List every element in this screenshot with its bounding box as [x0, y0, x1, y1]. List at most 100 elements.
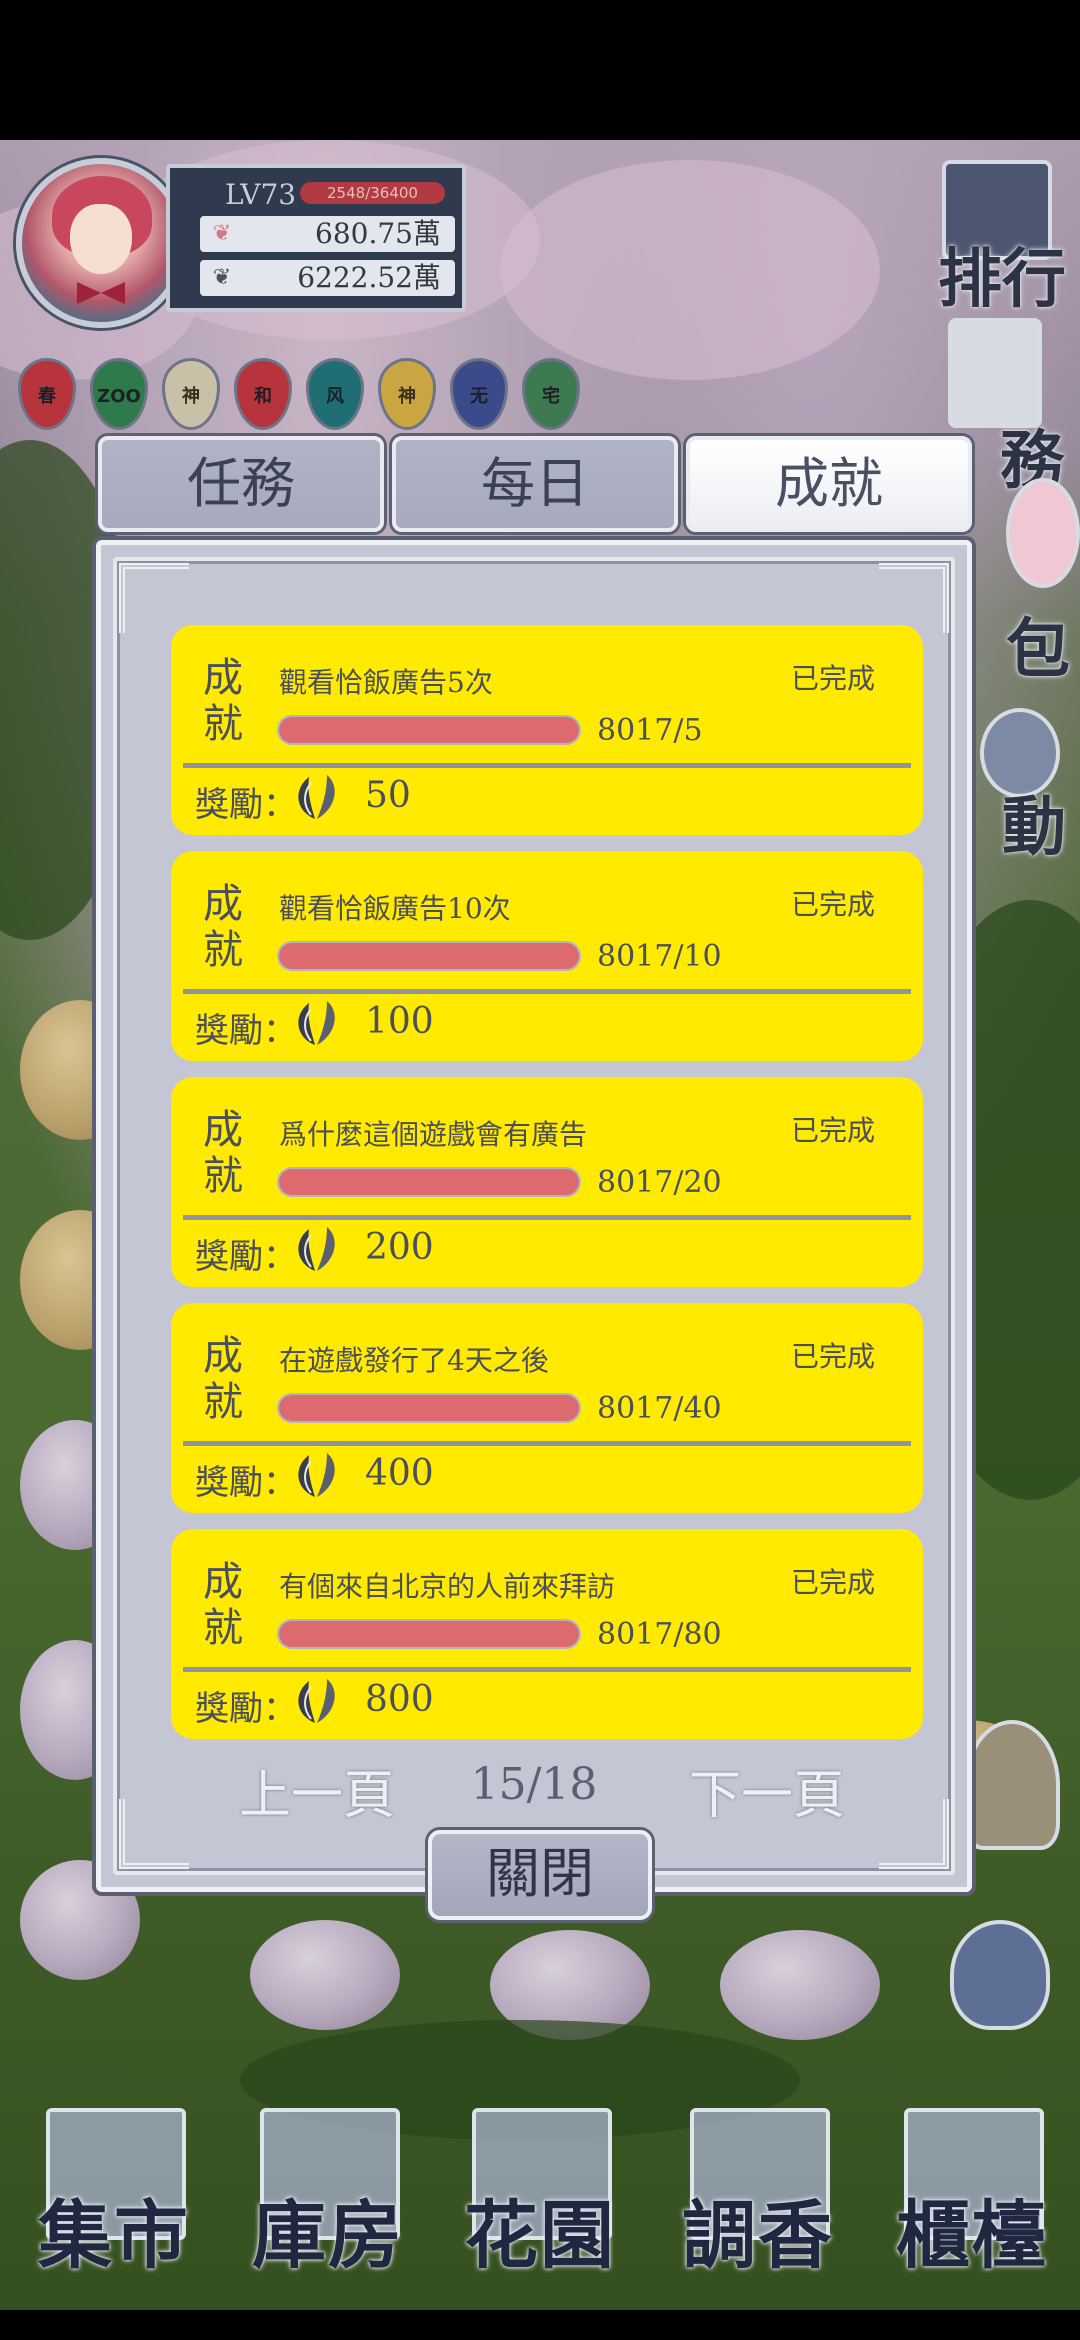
reward-value: 800	[365, 1679, 434, 1720]
nav-market[interactable]: 集市	[34, 2104, 194, 2279]
event-button[interactable]: 動	[1002, 776, 1066, 868]
exp-bar: 2548/36400	[300, 182, 445, 204]
currency-pink-row: ❦ 680.75萬	[200, 216, 455, 252]
progress-text: 8017/20	[597, 1165, 722, 1200]
nav-counter[interactable]: 櫃檯	[892, 2104, 1052, 2279]
progress-text: 8017/80	[597, 1617, 722, 1652]
tab-task[interactable]: 任務	[98, 436, 384, 532]
currency-pink-value: 680.75萬	[315, 217, 441, 250]
progress-fill	[279, 1169, 579, 1195]
achievement-card[interactable]: 成 就 爲什麼這個遊戲會有廣告 已完成 8017/20 獎勵： 200	[171, 1077, 923, 1287]
currency-gray-value: 6222.52萬	[297, 261, 441, 294]
achievement-card[interactable]: 成 就 在遊戲發行了4天之後 已完成 8017/40 獎勵： 400	[171, 1303, 923, 1513]
achievement-title: 觀看恰飯廣告10次	[279, 892, 511, 925]
achievement-tag: 成 就	[203, 1559, 243, 1651]
badge-4[interactable]: 风	[306, 358, 364, 430]
achievement-status: 已完成	[790, 1566, 875, 1599]
achievement-status: 已完成	[790, 1114, 875, 1147]
shovel-icon[interactable]	[964, 1720, 1060, 1850]
next-page-button[interactable]: 下一頁	[689, 1753, 845, 1828]
badge-7[interactable]: 宅	[522, 358, 580, 430]
progress-text: 8017/5	[597, 713, 703, 748]
player-level: LV73	[225, 178, 297, 211]
tab-achievement[interactable]: 成就	[686, 436, 972, 532]
achievement-title: 爲什麼這個遊戲會有廣告	[279, 1118, 588, 1151]
achievement-card[interactable]: 成 就 觀看恰飯廣告5次 已完成 8017/5 獎勵： 50	[171, 625, 923, 835]
progress-bar	[279, 943, 579, 969]
card-divider	[183, 1215, 911, 1220]
reward-value: 200	[365, 1227, 434, 1268]
nav-garden[interactable]: 花園	[460, 2104, 620, 2279]
achievement-status: 已完成	[790, 662, 875, 695]
badge-3[interactable]: 和	[234, 358, 292, 430]
achievement-status: 已完成	[790, 888, 875, 921]
achievement-tag: 成 就	[203, 1107, 243, 1199]
reward-value: 50	[365, 775, 411, 816]
petal-gray-icon: ❦	[212, 265, 232, 290]
reward-label: 獎勵：	[195, 1689, 297, 1729]
achievement-status: 已完成	[790, 1340, 875, 1373]
nav-warehouse[interactable]: 庫房	[248, 2104, 408, 2279]
achievement-tag: 成 就	[203, 655, 243, 747]
nav-perfume[interactable]: 調香	[678, 2104, 838, 2279]
frame-corner-tr	[879, 563, 949, 633]
petal-icon	[289, 997, 345, 1049]
reward-value: 400	[365, 1453, 434, 1494]
progress-bar	[279, 1395, 579, 1421]
progress-fill	[279, 943, 579, 969]
progress-fill	[279, 1395, 579, 1421]
avatar-bow	[77, 282, 125, 304]
petal-icon	[289, 1223, 345, 1275]
petal-pink-icon: ❦	[212, 221, 232, 246]
frame-corner-tl	[119, 563, 189, 633]
close-button[interactable]: 關閉	[428, 1830, 652, 1920]
ranking-button[interactable]: 排行	[938, 228, 1066, 320]
progress-text: 8017/40	[597, 1391, 722, 1426]
card-divider	[183, 1441, 911, 1446]
reward-label: 獎勵：	[195, 785, 297, 825]
petal-icon	[289, 1449, 345, 1501]
progress-text: 8017/10	[597, 939, 722, 974]
nav-label: 庫房	[252, 2193, 404, 2279]
progress-fill	[279, 717, 579, 743]
avatar-face	[70, 204, 132, 274]
seed-bag-icon[interactable]	[950, 1920, 1050, 2030]
nav-label: 櫃檯	[896, 2193, 1048, 2279]
nav-label: 集市	[38, 2193, 190, 2279]
achievement-tag: 成 就	[203, 881, 243, 973]
card-divider	[183, 989, 911, 994]
badge-5[interactable]: 神	[378, 358, 436, 430]
nav-label: 花園	[464, 2193, 616, 2279]
badge-0[interactable]: 春	[18, 358, 76, 430]
badge-6[interactable]: 无	[450, 358, 508, 430]
achievement-tag: 成 就	[203, 1333, 243, 1425]
card-divider	[183, 763, 911, 768]
bag-art	[1006, 478, 1080, 588]
achievement-title: 有個來自北京的人前來拜訪	[279, 1570, 616, 1603]
reward-value: 100	[365, 1001, 434, 1042]
reward-label: 獎勵：	[195, 1237, 297, 1277]
card-divider	[183, 1667, 911, 1672]
achievement-title: 在遊戲發行了4天之後	[279, 1344, 549, 1377]
player-stats: LV73 2548/36400 ❦ 680.75萬 ❦ 6222.52萬	[166, 164, 466, 312]
progress-bar	[279, 1169, 579, 1195]
player-panel[interactable]: LV73 2548/36400 ❦ 680.75萬 ❦ 6222.52萬	[16, 150, 472, 328]
achievement-panel: 成 就觀看恰飯廣告5次 已完成 8017/5 獎勵： 50 成 就觀看恰飯廣告10次 已完成…	[96, 540, 972, 1892]
player-avatar[interactable]	[16, 158, 186, 328]
badge-1[interactable]: ZOO	[90, 358, 148, 430]
progress-bar	[279, 1621, 579, 1647]
achievement-title: 觀看恰飯廣告5次	[279, 666, 493, 699]
petal-icon	[289, 771, 345, 823]
nav-label: 調香	[682, 2193, 834, 2279]
badge-2[interactable]: 神	[162, 358, 220, 430]
tab-daily[interactable]: 每日	[392, 436, 678, 532]
achievement-card[interactable]: 成 就 觀看恰飯廣告10次 已完成 8017/10 獎勵： 100	[171, 851, 923, 1061]
achievement-card[interactable]: 成 就 有個來自北京的人前來拜訪 已完成 8017/80 獎勵： 800	[171, 1529, 923, 1739]
progress-fill	[279, 1621, 579, 1647]
bag-button[interactable]: 包	[1006, 598, 1070, 690]
progress-bar	[279, 717, 579, 743]
currency-gray-row: ❦ 6222.52萬	[200, 260, 455, 296]
badge-row: 春 ZOO 神和风神无宅	[18, 358, 598, 434]
petal-icon	[289, 1675, 345, 1727]
reward-label: 獎勵：	[195, 1463, 297, 1503]
